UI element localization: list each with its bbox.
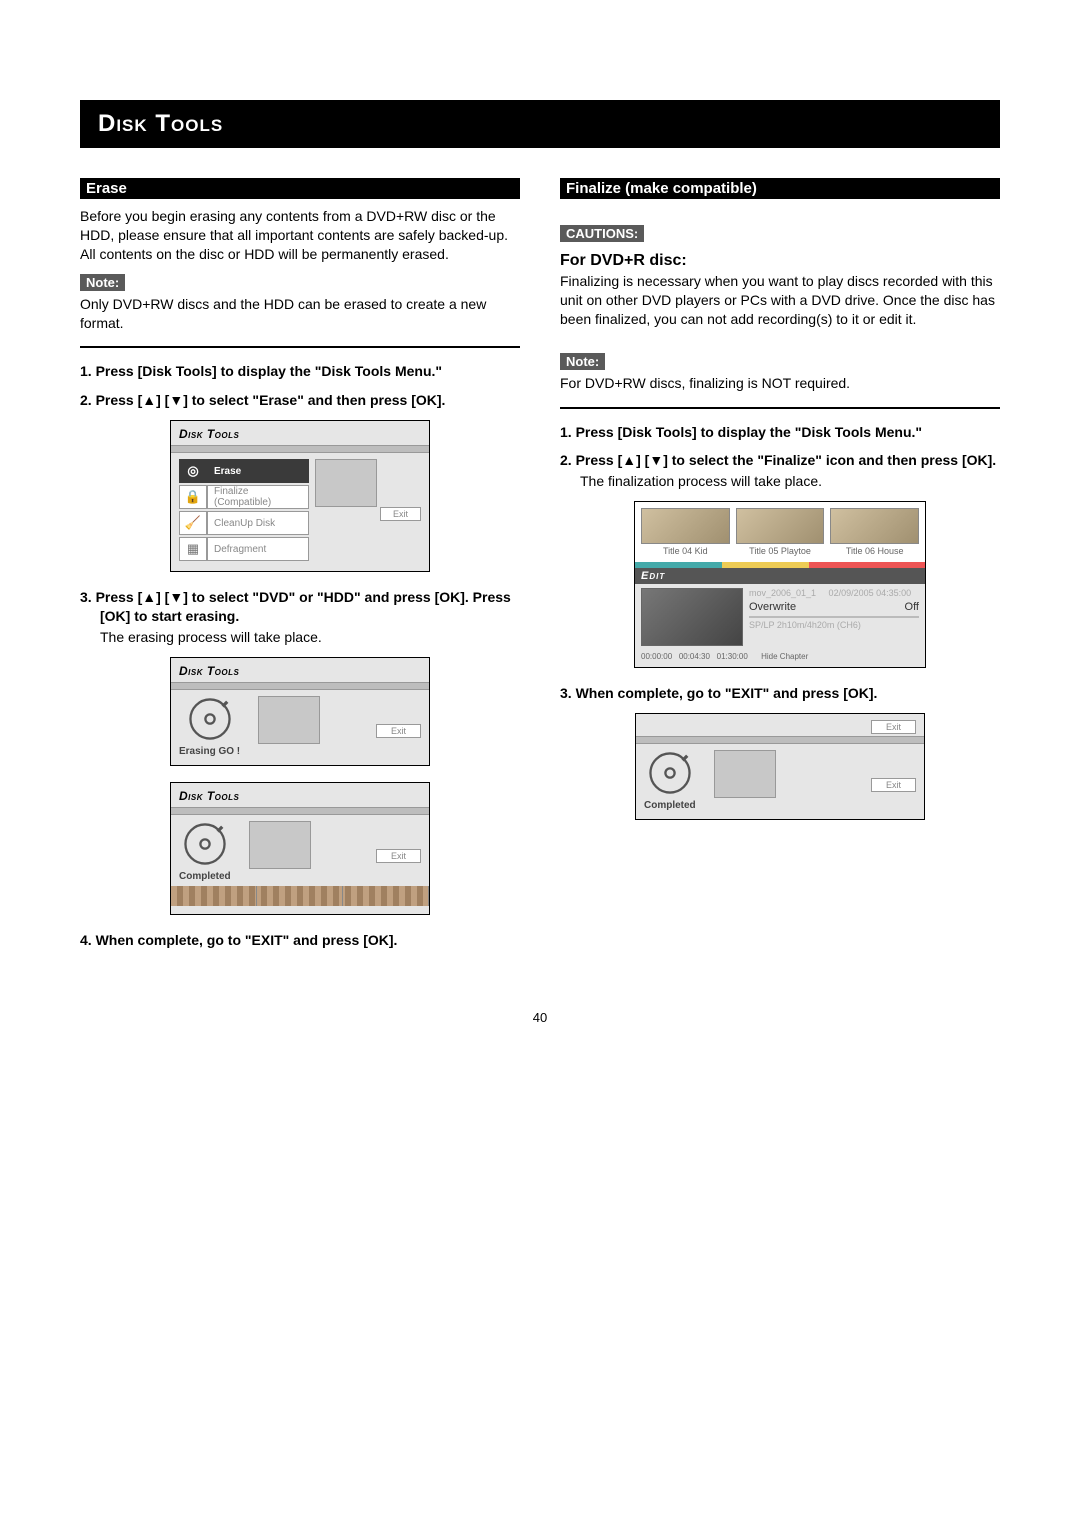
menu-label: Finalize (Compatible) <box>207 485 309 509</box>
two-column-layout: Erase Before you begin erasing any conte… <box>80 178 1000 960</box>
ui-title: Disk Tools <box>179 664 421 678</box>
disk-tools-menu-screenshot: Disk Tools ◎ Erase 🔒 Finalize (Compatibl… <box>170 420 430 572</box>
preview-box <box>249 821 311 869</box>
menu-label: Erase <box>207 459 309 483</box>
thumbnail-strip <box>171 886 429 906</box>
menu-item-erase[interactable]: ◎ Erase <box>179 459 309 483</box>
step-subtext: The erasing process will take place. <box>100 628 520 647</box>
exit-button[interactable]: Exit <box>376 849 421 863</box>
hide-chapter: Hide Chapter <box>761 652 808 661</box>
finalize-completed-screenshot: Exit Completed Exit <box>635 713 925 820</box>
status-text: Completed <box>179 871 231 882</box>
erase-step-2: 2. Press [▲] [▼] to select "Erase" and t… <box>80 391 520 410</box>
menu-item-finalize[interactable]: 🔒 Finalize (Compatible) <box>179 485 309 509</box>
erase-steps-end: 4. When complete, go to "EXIT" and press… <box>80 931 520 950</box>
blocks-icon: ▦ <box>179 537 207 561</box>
erasing-screenshot: Disk Tools Erasing GO ! Exit <box>170 657 430 766</box>
ui-divider <box>171 682 429 690</box>
erase-header: Erase <box>80 178 520 199</box>
menu-label: Defragment <box>207 537 309 561</box>
preview-box <box>258 696 320 744</box>
exit-button-top[interactable]: Exit <box>871 720 916 734</box>
note-label: Note: <box>560 353 605 370</box>
erase-step-1: 1. Press [Disk Tools] to display the "Di… <box>80 362 520 381</box>
disc-icon: ◎ <box>179 459 207 483</box>
status-icon-column: Erasing GO ! <box>179 696 240 757</box>
manual-page: Disk Tools Erase Before you begin erasin… <box>0 0 1080 1065</box>
disc-spin-icon <box>182 821 228 867</box>
step-text: 3. Press [▲] [▼] to select "DVD" or "HDD… <box>80 589 511 624</box>
divider <box>560 407 1000 409</box>
finalize-header: Finalize (make compatible) <box>560 178 1000 199</box>
for-dvdr-heading: For DVD+R disc: <box>560 252 1000 270</box>
preview-box <box>714 750 776 798</box>
ui-divider <box>171 445 429 453</box>
note-text: For DVD+RW discs, finalizing is NOT requ… <box>560 374 1000 393</box>
menu-item-cleanup[interactable]: 🧹 CleanUp Disk <box>179 511 309 535</box>
finalize-steps: 1. Press [Disk Tools] to display the "Di… <box>560 423 1000 492</box>
erase-steps-cont: 3. Press [▲] [▼] to select "DVD" or "HDD… <box>80 588 520 647</box>
finalize-steps-end: 3. When complete, go to "EXIT" and press… <box>560 684 1000 703</box>
disc-spin-icon <box>647 750 693 796</box>
exit-button[interactable]: Exit <box>871 778 916 792</box>
edit-footer: 00:00:00 00:04:30 01:30:00 Hide Chapter <box>635 650 925 667</box>
status-icon-column: Completed <box>644 750 696 811</box>
erase-steps: 1. Press [Disk Tools] to display the "Di… <box>80 362 520 410</box>
ui-divider <box>171 807 429 815</box>
thumb[interactable]: Title 05 Playtoe <box>736 508 825 556</box>
finalize-body: Finalizing is necessary when you want to… <box>560 272 1000 329</box>
erase-intro: Before you begin erasing any contents fr… <box>80 207 520 264</box>
note-text: Only DVD+RW discs and the HDD can be era… <box>80 295 520 333</box>
thumb[interactable]: Title 06 House <box>830 508 919 556</box>
exit-button[interactable]: Exit <box>380 507 421 521</box>
preview-pane <box>641 588 743 646</box>
preview-box <box>315 459 377 507</box>
disc-spin-icon <box>187 696 233 742</box>
edit-screenshot: Title 04 Kid Title 05 Playtoe Title 06 H… <box>634 501 926 668</box>
ui-title: Disk Tools <box>179 427 421 441</box>
left-column: Erase Before you begin erasing any conte… <box>80 178 520 960</box>
page-title-bar: Disk Tools <box>80 100 1000 148</box>
completed-screenshot: Disk Tools Completed Exit <box>170 782 430 915</box>
page-number: 40 <box>80 1010 1000 1025</box>
status-text: Erasing GO ! <box>179 746 240 757</box>
note-label: Note: <box>80 274 125 291</box>
edit-info: mov_2006_01_1 02/09/2005 04:35:00 Overwr… <box>749 588 919 646</box>
title-thumbnails: Title 04 Kid Title 05 Playtoe Title 06 H… <box>635 502 925 562</box>
status-icon-column: Completed <box>179 821 231 882</box>
right-column: Finalize (make compatible) CAUTIONS: For… <box>560 178 1000 960</box>
erase-step-3: 3. Press [▲] [▼] to select "DVD" or "HDD… <box>80 588 520 647</box>
edit-label: Edit <box>635 568 925 584</box>
ui-divider <box>636 736 924 744</box>
thumb[interactable]: Title 04 Kid <box>641 508 730 556</box>
finalize-step-2: 2. Press [▲] [▼] to select the "Finalize… <box>560 451 1000 491</box>
status-text: Completed <box>644 800 696 811</box>
finalize-step-1: 1. Press [Disk Tools] to display the "Di… <box>560 423 1000 442</box>
menu-label: CleanUp Disk <box>207 511 309 535</box>
menu-item-defrag[interactable]: ▦ Defragment <box>179 537 309 561</box>
lock-icon: 🔒 <box>179 485 207 509</box>
brush-icon: 🧹 <box>179 511 207 535</box>
exit-button[interactable]: Exit <box>376 724 421 738</box>
ui-title: Disk Tools <box>179 789 421 803</box>
finalize-step-3: 3. When complete, go to "EXIT" and press… <box>560 684 1000 703</box>
erase-step-4: 4. When complete, go to "EXIT" and press… <box>80 931 520 950</box>
cautions-label: CAUTIONS: <box>560 225 644 242</box>
step-text: 2. Press [▲] [▼] to select the "Finalize… <box>560 452 996 468</box>
divider <box>80 346 520 348</box>
overwrite-label: Overwrite Off <box>749 600 919 614</box>
step-subtext: The finalization process will take place… <box>580 472 1000 491</box>
